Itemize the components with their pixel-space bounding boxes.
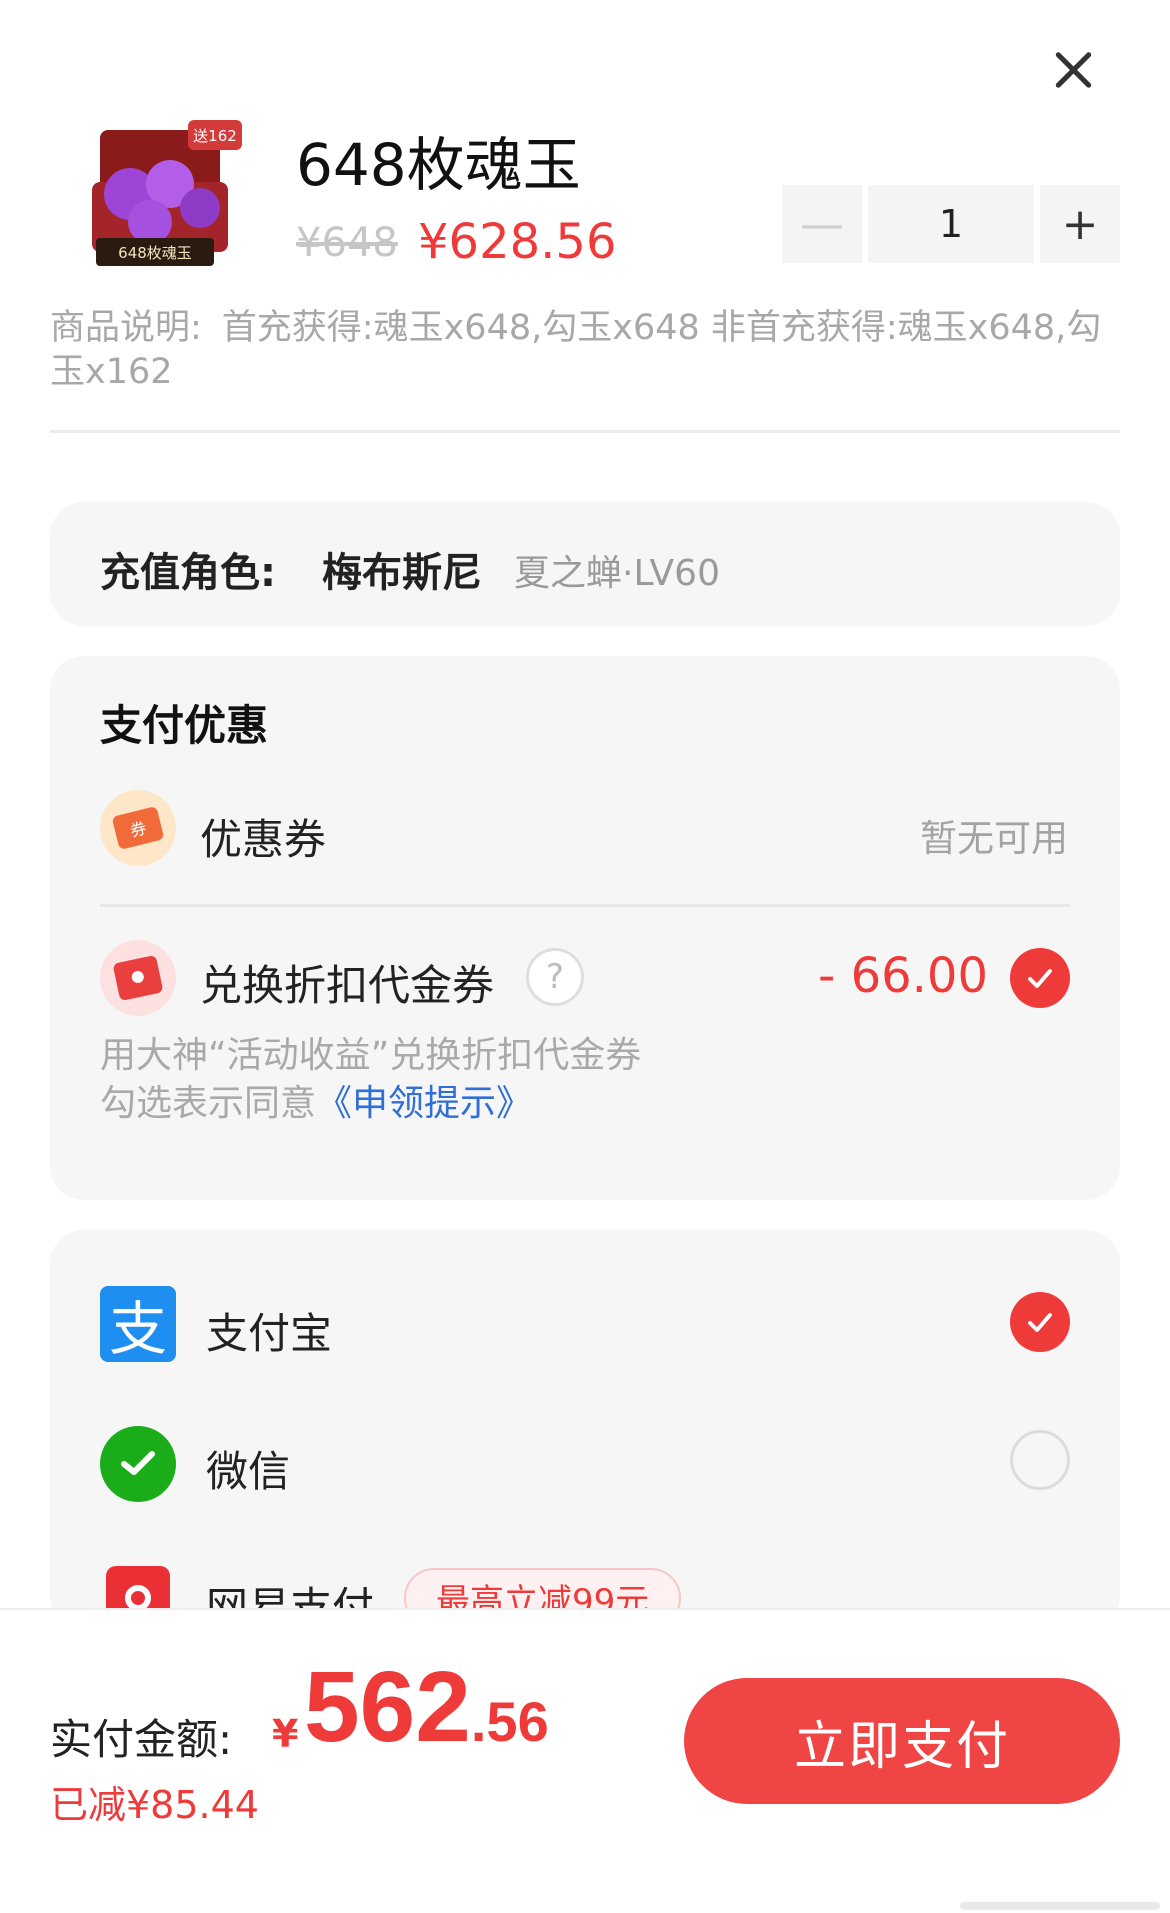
payment-sheet: 送162 648枚魂玉 648枚魂玉 ¥648 ¥628.56 — 1 + 商品… [0, 0, 1170, 1913]
quantity-value[interactable]: 1 [868, 185, 1034, 263]
role-server: 夏之蝉·LV60 [514, 553, 720, 594]
description-text: 首充获得:魂玉x648,勾玉x648 非首充获得:魂玉x648,勾玉x162 [50, 308, 1102, 392]
alipay-radio[interactable] [1010, 1292, 1070, 1352]
paid-amount-integer: 562 [304, 1651, 471, 1763]
voucher-note-line2: 勾选表示同意 [100, 1083, 317, 1124]
role-name: 梅布斯尼 [322, 550, 482, 596]
paid-label: 实付金额: [50, 1715, 233, 1764]
payment-method-wechat[interactable]: 微信 [206, 1438, 290, 1499]
role-label: 充值角色: [100, 550, 276, 596]
payment-methods-card: 支 支付宝 微信 网易支付 最高立减99元 [50, 1230, 1120, 1632]
voucher-checkbox[interactable] [1010, 948, 1070, 1008]
payment-method-alipay[interactable]: 支付宝 [206, 1300, 332, 1361]
voucher-label: 兑换折扣代金券 [200, 961, 495, 1010]
checkmark-icon [1028, 969, 1052, 988]
coupon-icon: 券 [100, 790, 176, 866]
discount-title: 支付优惠 [100, 701, 269, 750]
description-label: 商品说明: [50, 308, 202, 348]
divider [50, 430, 1120, 433]
voucher-amount: - 66.00 [818, 948, 988, 1004]
coupon-label[interactable]: 优惠券 [200, 806, 326, 867]
alipay-icon: 支 [100, 1286, 176, 1363]
close-icon[interactable] [1045, 42, 1101, 98]
role-card: 充值角色: 梅布斯尼 夏之蝉·LV60 [50, 502, 1120, 626]
footer-bar: 实付金额: ¥ 562.56 已减¥85.44 立即支付 [0, 1608, 1170, 1913]
red-envelope-icon [100, 940, 176, 1016]
divider [100, 904, 1070, 907]
help-icon[interactable]: ? [526, 948, 584, 1006]
coupon-ticket: 券 [111, 805, 165, 851]
quantity-stepper: — 1 + [782, 185, 1120, 263]
decrease-button[interactable]: — [782, 185, 862, 263]
paid-amount-decimal: .56 [470, 1690, 549, 1753]
pay-now-button[interactable]: 立即支付 [684, 1678, 1120, 1804]
image-caption: 648枚魂玉 [118, 244, 192, 262]
coupon-status[interactable]: 暂无可用 [920, 808, 1068, 862]
product-title: 648枚魂玉 [296, 131, 581, 199]
increase-button[interactable]: + [1040, 185, 1120, 263]
apply-tips-link[interactable]: 《申领提示》 [316, 1083, 532, 1124]
paid-currency: ¥ [272, 1712, 299, 1756]
original-price: ¥648 [296, 220, 398, 266]
checkmark-icon [1028, 1313, 1052, 1332]
product-image: 送162 648枚魂玉 [92, 120, 242, 266]
image-badge: 送162 [193, 127, 237, 145]
product-description: 商品说明: 首充获得:魂玉x648,勾玉x648 非首充获得:魂玉x648,勾玉x… [50, 306, 1120, 394]
wechat-radio[interactable] [1010, 1430, 1070, 1490]
paid-amount: 562.56 [304, 1650, 549, 1765]
discount-card: 支付优惠 券 优惠券 暂无可用 兑换折扣代金券 ? - 66.00 用大神“活动… [50, 656, 1120, 1200]
voucher-note: 用大神“活动收益”兑换折扣代金券 勾选表示同意《申领提示》 [100, 1032, 641, 1128]
saved-amount: 已减¥85.44 [50, 1783, 259, 1827]
wechat-icon [100, 1426, 176, 1502]
voucher-note-line1: 用大神“活动收益”兑换折扣代金券 [100, 1035, 642, 1076]
home-indicator [960, 1902, 1160, 1910]
current-price: ¥628.56 [418, 214, 617, 270]
